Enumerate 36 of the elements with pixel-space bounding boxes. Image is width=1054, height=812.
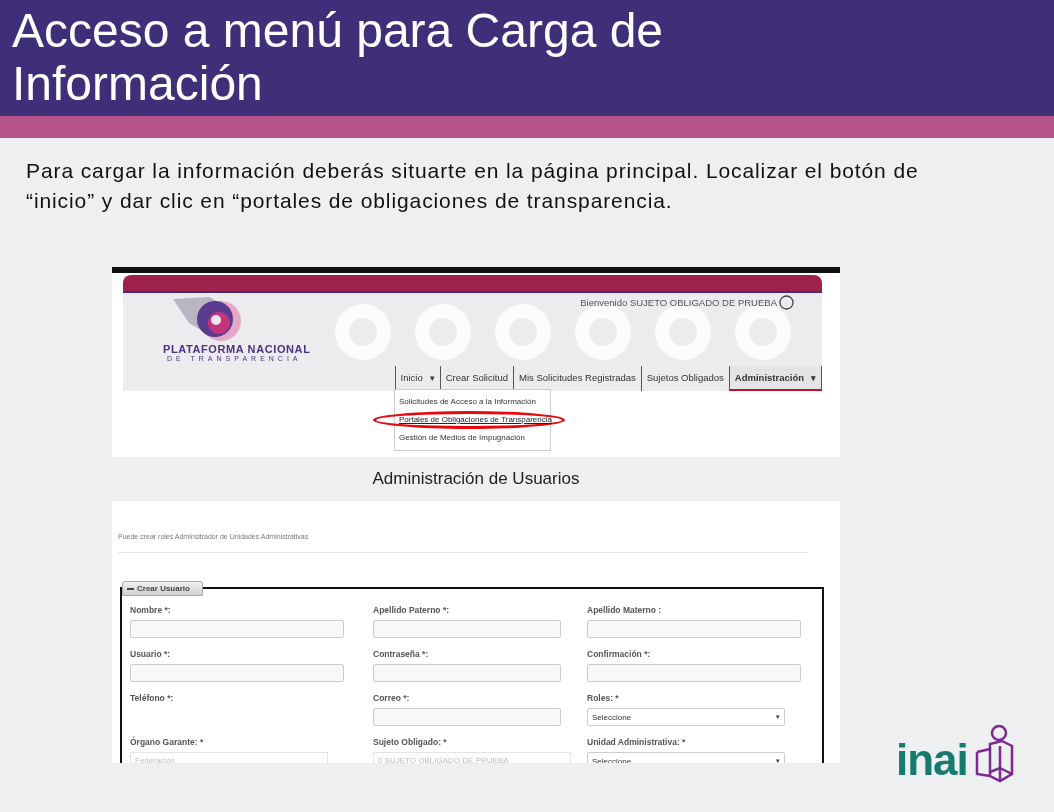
brand-logo-text: inai: [896, 736, 968, 784]
input-field[interactable]: [373, 620, 561, 638]
input-field[interactable]: [373, 664, 561, 682]
readonly-field: Federación: [130, 752, 328, 763]
field-label: Nombre *:: [130, 605, 172, 617]
input-field[interactable]: [587, 620, 801, 638]
input-field[interactable]: [130, 620, 344, 638]
field-label: Órgano Garante: *: [130, 737, 205, 749]
flower-logo-icon: [173, 297, 241, 343]
collapse-tab[interactable]: Crear Usuario: [122, 581, 203, 596]
field-label: Sujeto Obligado: *: [373, 737, 448, 749]
welcome-text: Bienvenido SUJETO OBLIGADO DE PRUEBA: [580, 297, 777, 308]
caret-icon: ▾: [429, 373, 435, 383]
user-circle-icon[interactable]: [779, 295, 794, 310]
nav-menu-item[interactable]: Sujetos Obligados: [640, 366, 729, 391]
input-field[interactable]: [587, 664, 801, 682]
field-label: Usuario *:: [130, 649, 172, 661]
field-label: Unidad Administrativa: *: [587, 737, 687, 749]
input-field[interactable]: [130, 664, 344, 682]
field-label: Confirmación *:: [587, 649, 652, 661]
field-label: Apellido Paterno *:: [373, 605, 451, 617]
caret-icon: ▾: [811, 373, 816, 383]
field-label: Contraseña *:: [373, 649, 430, 661]
instruction-text: Para cargar la información deberás situarte en la página principal. Localizar el botón de “inicio” y dar clic en “portales de obligaciones de transparencia.: [26, 158, 920, 214]
dropdown-menu-item[interactable]: Gestión de Medios de Impugnación: [395, 429, 550, 447]
nav-menu-item[interactable]: Administración ▾: [728, 366, 822, 391]
dropdown-menu-item[interactable]: Portales de Obligaciones de Transparencia: [395, 411, 550, 429]
field-label: Roles: *: [587, 693, 620, 705]
field-label: Correo *:: [373, 693, 411, 705]
field-label: Teléfono *:: [130, 693, 175, 705]
field-label: Apellido Materno :: [587, 605, 663, 617]
page-title: Administración de Usuarios: [372, 469, 580, 489]
dropdown-menu-item[interactable]: Solicitudes de Acceso a la Información: [395, 393, 550, 411]
slide-title: Acceso a menú para Carga de Información: [12, 4, 665, 110]
input-field[interactable]: [373, 708, 561, 726]
logo-text: PLATAFORMA NACIONAL: [163, 343, 311, 355]
